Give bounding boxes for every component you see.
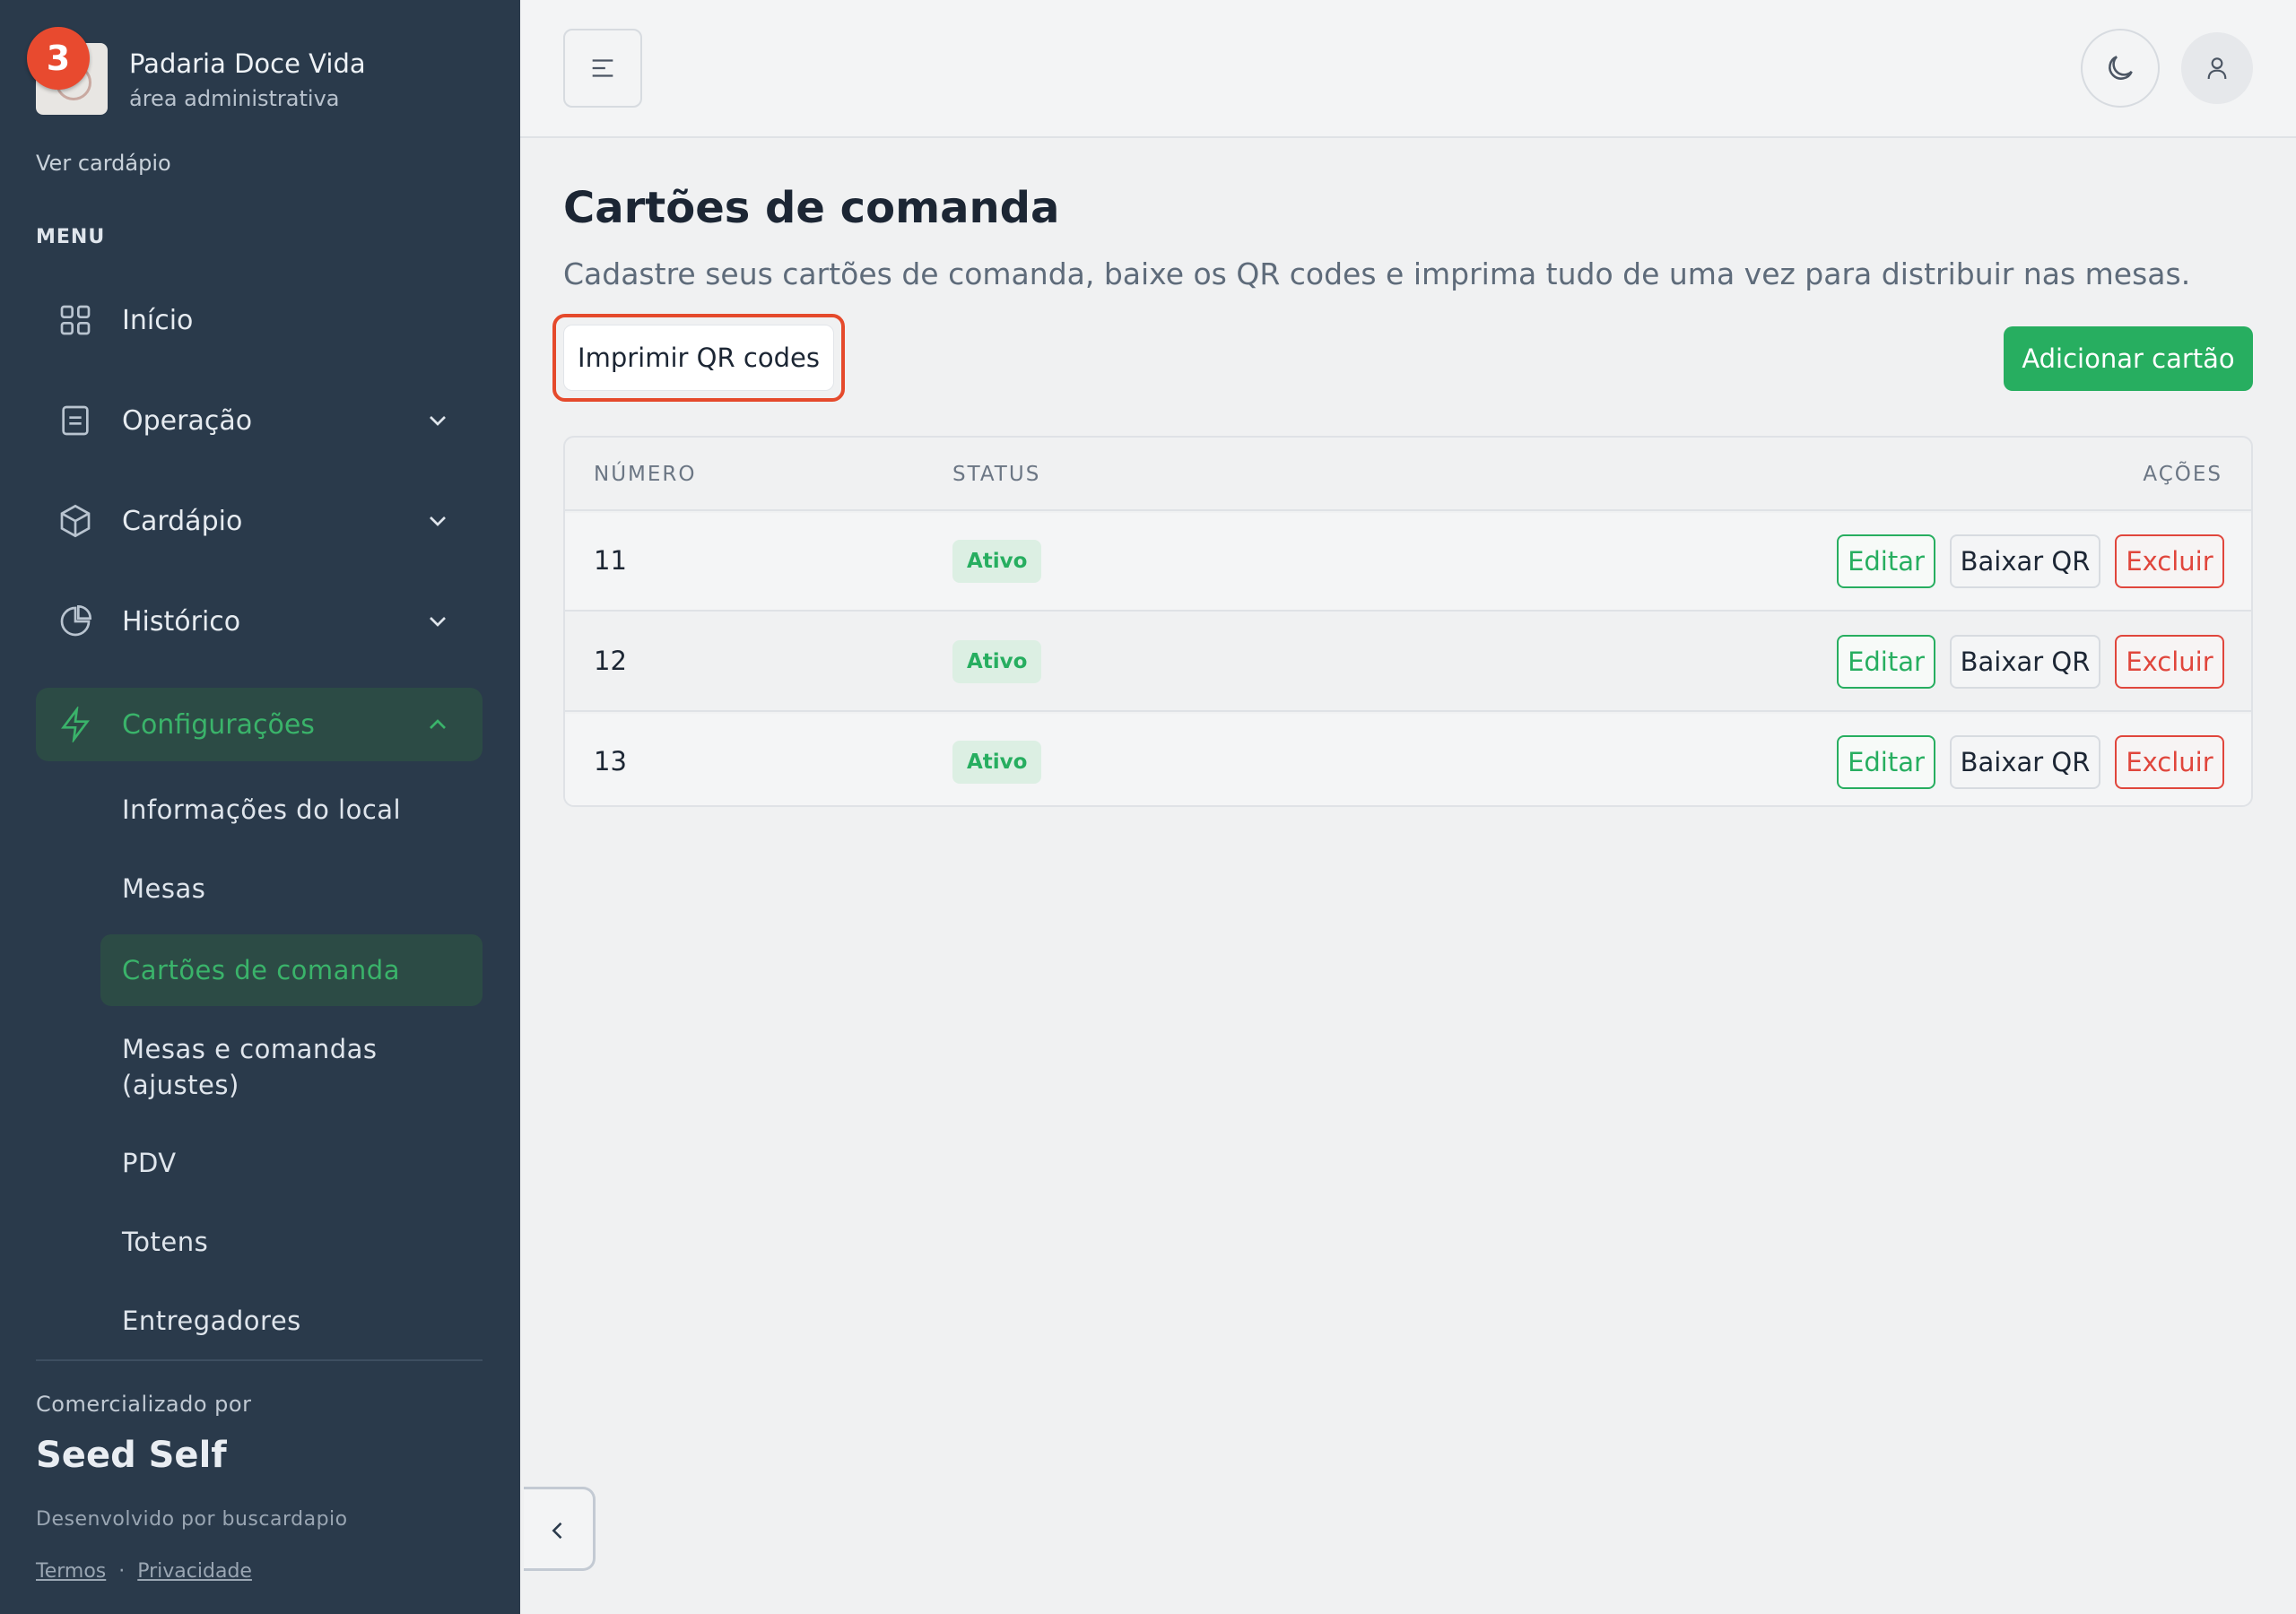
view-menu-link[interactable]: Ver cardápio [36,151,171,176]
developed-by-label: Desenvolvido por buscardapio [36,1508,348,1531]
sidebar-item-label: Cardápio [122,505,243,537]
pie-chart-icon [60,604,92,637]
sidebar-item-historico[interactable]: Histórico [36,585,483,658]
privacy-link[interactable]: Privacidade [137,1560,252,1583]
edit-button[interactable]: Editar [1837,534,1935,588]
sidebar-divider [36,1359,483,1361]
delete-button[interactable]: Excluir [2115,735,2224,789]
chevron-up-icon [430,719,446,729]
chevron-down-icon [430,516,446,526]
download-qr-button[interactable]: Baixar QR [1950,735,2100,789]
sidebar-subitem-cartoes[interactable]: Cartões de comanda [100,934,483,1006]
cards-table: NÚMERO STATUS AÇÕES 11 Ativo Editar Baix… [563,436,2253,807]
table-row: 12 Ativo Editar Baixar QR Excluir [565,613,2251,712]
download-qr-button[interactable]: Baixar QR [1950,635,2100,689]
brand-name: Padaria Doce Vida [129,48,366,79]
chevron-down-icon [430,617,446,627]
sidebar-subitem-entregadores[interactable]: Entregadores [100,1306,483,1336]
separator: · [118,1560,126,1583]
moon-icon [2109,56,2133,80]
delete-button[interactable]: Excluir [2115,534,2224,588]
print-qr-codes-button[interactable]: Imprimir QR codes [563,325,834,391]
page-description: Cadastre seus cartões de comanda, baixe … [563,256,2191,291]
notification-badge[interactable]: 3 [27,27,90,90]
footer-links: Termos · Privacidade [36,1560,252,1583]
sidebar-item-label: Operação [122,404,253,437]
page-title: Cartões de comanda [563,183,1060,233]
sidebar-subitem-informacoes[interactable]: Informações do local [100,794,483,825]
box-icon [60,504,91,538]
theme-toggle-button[interactable] [2081,29,2160,108]
commercialized-by-label: Comercializado por [36,1392,252,1417]
sidebar-item-label: Configurações [122,708,315,741]
sidebar: Padaria Doce Vida área administrativa 3 … [0,0,520,1614]
sidebar-item-inicio[interactable]: Início [36,283,483,357]
sidebar-subitem-totens[interactable]: Totens [100,1227,483,1257]
delete-button[interactable]: Excluir [2115,635,2224,689]
sidebar-subitem-mesas[interactable]: Mesas [100,873,483,904]
sidebar-item-configuracoes[interactable]: Configurações [36,688,483,761]
edit-button[interactable]: Editar [1837,635,1935,689]
top-bar [520,0,2296,138]
sidebar-subitem-mesas-comandas[interactable]: Mesas e comandas (ajustes) [100,1031,441,1103]
user-menu-button[interactable] [2181,32,2253,104]
edit-button[interactable]: Editar [1837,735,1935,789]
menu-section-label: MENU [36,226,106,248]
user-icon [2207,57,2227,80]
column-header-number: NÚMERO [594,463,697,486]
sidebar-subitem-pdv[interactable]: PDV [100,1148,483,1178]
column-header-actions: AÇÕES [2143,463,2222,486]
lightning-icon [61,707,90,742]
collapse-sidebar-button[interactable] [524,1487,596,1571]
card-number: 11 [594,545,627,576]
menu-icon [592,59,613,77]
table-header: NÚMERO STATUS AÇÕES [565,438,2251,511]
column-header-status: STATUS [952,463,1041,486]
document-icon [62,405,89,436]
status-badge: Ativo [952,741,1042,784]
grid-icon [60,305,91,335]
status-badge: Ativo [952,540,1042,583]
add-card-button[interactable]: Adicionar cartão [2004,326,2253,391]
brand: Padaria Doce Vida área administrativa [36,39,484,120]
sidebar-item-cardapio[interactable]: Cardápio [36,484,483,558]
table-row: 13 Ativo Editar Baixar QR Excluir [565,714,2251,805]
sidebar-item-label: Histórico [122,605,241,638]
terms-link[interactable]: Termos [36,1560,106,1583]
chevron-down-icon [430,416,446,426]
download-qr-button[interactable]: Baixar QR [1950,534,2100,588]
card-number: 13 [594,746,627,777]
status-badge: Ativo [952,640,1042,683]
brand-subtitle: área administrativa [129,86,340,111]
sidebar-item-label: Início [122,304,194,336]
company-name: Seed Self [36,1435,227,1476]
table-row: 11 Ativo Editar Baixar QR Excluir [565,513,2251,612]
card-number: 12 [594,646,627,676]
menu-toggle-button[interactable] [563,29,642,108]
sidebar-item-operacao[interactable]: Operação [36,384,483,457]
chevron-left-icon [552,1522,562,1540]
